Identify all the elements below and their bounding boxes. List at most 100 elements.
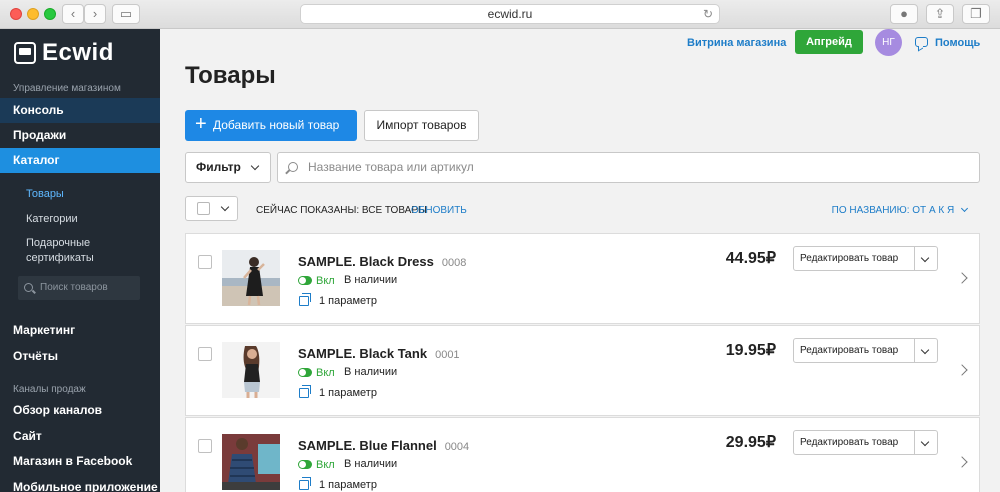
chat-icon: [915, 37, 928, 47]
zoom-window-button[interactable]: [44, 8, 56, 20]
sidebar-item-catalog[interactable]: Каталог: [0, 148, 160, 173]
options-icon: [299, 477, 311, 490]
chevron-down-icon[interactable]: [920, 345, 930, 355]
product-search-input[interactable]: Название товара или артикул: [277, 152, 980, 183]
options-icon: [299, 385, 311, 398]
chevron-right-icon: ›: [92, 6, 98, 21]
product-checkbox[interactable]: [198, 255, 212, 269]
edit-product-label: Редактировать товар: [800, 437, 899, 448]
edit-product-button[interactable]: Редактировать товар: [793, 430, 938, 455]
search-icon: [24, 283, 33, 292]
filter-label: Фильтр: [196, 160, 241, 174]
section-label-channels: Каналы продаж: [13, 384, 86, 395]
sidebar-icon: ▭: [119, 6, 133, 21]
options-count[interactable]: 1 параметр: [319, 387, 377, 399]
edit-product-button[interactable]: Редактировать товар: [793, 246, 938, 271]
product-row[interactable]: SAMPLE. Blue Flannel 0004 Вкл В наличии 1…: [185, 417, 980, 492]
product-image[interactable]: [222, 434, 280, 490]
enabled-label: Вкл: [316, 459, 335, 471]
close-window-button[interactable]: [10, 8, 22, 20]
sidebar-search-input[interactable]: Поиск товаров: [18, 276, 140, 300]
sidebar: Ecwid Управление магазином Консоль Прода…: [0, 29, 160, 492]
gift-cards-line2: сертификаты: [26, 252, 94, 264]
download-icon: ●: [900, 6, 908, 21]
address-bar[interactable]: ecwid.ru ↻: [300, 4, 720, 24]
product-sku: 0004: [444, 441, 470, 453]
product-name[interactable]: SAMPLE. Black Tank 0001: [298, 346, 460, 361]
upgrade-button[interactable]: Апгрейд: [795, 30, 863, 54]
sidebar-item-marketing[interactable]: Маркетинг: [0, 318, 160, 343]
enabled-toggle[interactable]: [298, 368, 312, 377]
edit-product-label: Редактировать товар: [800, 345, 899, 356]
sidebar-subitem-categories[interactable]: Категории: [26, 212, 78, 227]
cart-icon: [14, 42, 36, 64]
share-icon: ⇪: [934, 6, 946, 21]
sidebar-item-mobile-app[interactable]: Мобильное приложение: [0, 475, 160, 492]
bulk-select-dropdown[interactable]: [185, 196, 238, 221]
edit-product-button[interactable]: Редактировать товар: [793, 338, 938, 363]
product-checkbox[interactable]: [198, 347, 212, 361]
product-name[interactable]: SAMPLE. Blue Flannel 0004: [298, 438, 469, 453]
refresh-link[interactable]: ОБНОВИТЬ: [411, 205, 467, 216]
sidebar-subitem-products[interactable]: Товары: [26, 187, 64, 202]
options-icon: [299, 293, 311, 306]
logo-text: Ecwid: [42, 39, 114, 66]
sidebar-item-sales[interactable]: Продажи: [0, 123, 160, 148]
chevron-down-icon: [960, 204, 969, 213]
chevron-down-icon[interactable]: [920, 437, 930, 447]
sidebar-toggle-button[interactable]: ▭: [112, 4, 140, 24]
enabled-toggle[interactable]: [298, 276, 312, 285]
ecwid-logo[interactable]: Ecwid: [14, 39, 114, 67]
sidebar-item-reports[interactable]: Отчёты: [0, 344, 160, 369]
back-button[interactable]: ‹: [62, 4, 84, 24]
search-icon: [288, 162, 298, 172]
chevron-right-icon[interactable]: [956, 272, 968, 284]
enabled-label: Вкл: [316, 275, 335, 287]
sidebar-item-console[interactable]: Консоль: [0, 98, 160, 123]
page-title: Товары: [185, 62, 276, 89]
sort-dropdown[interactable]: ПО НАЗВАНИЮ: ОТ А К Я: [832, 204, 969, 216]
chevron-down-icon: [220, 202, 230, 212]
storefront-link[interactable]: Витрина магазина: [687, 37, 786, 49]
product-title: SAMPLE. Black Tank: [298, 346, 428, 361]
reload-icon[interactable]: ↻: [703, 5, 713, 23]
add-product-label: Добавить новый товар: [213, 118, 340, 132]
add-product-button[interactable]: + Добавить новый товар: [185, 110, 357, 141]
stock-status: В наличии: [344, 274, 398, 286]
product-image[interactable]: [222, 250, 280, 306]
product-title: SAMPLE. Blue Flannel: [298, 438, 437, 453]
product-checkbox[interactable]: [198, 439, 212, 453]
product-name[interactable]: SAMPLE. Black Dress 0008: [298, 254, 466, 269]
select-all-checkbox[interactable]: [197, 202, 210, 215]
help-link[interactable]: Помощь: [935, 37, 980, 49]
forward-button[interactable]: ›: [84, 4, 106, 24]
stock-status: В наличии: [344, 366, 398, 378]
sidebar-item-site[interactable]: Сайт: [0, 424, 160, 449]
enabled-label: Вкл: [316, 367, 335, 379]
sidebar-item-facebook[interactable]: Магазин в Facebook: [0, 449, 160, 474]
import-products-button[interactable]: Импорт товаров: [364, 110, 479, 141]
product-image[interactable]: [222, 342, 280, 398]
options-count[interactable]: 1 параметр: [319, 295, 377, 307]
sidebar-item-channels-overview[interactable]: Обзор каналов: [0, 398, 160, 423]
stock-status: В наличии: [344, 458, 398, 470]
chevron-down-icon[interactable]: [920, 253, 930, 263]
filter-dropdown[interactable]: Фильтр: [185, 152, 271, 183]
enabled-toggle[interactable]: [298, 460, 312, 469]
sidebar-subitem-gift-cards[interactable]: Подарочные сертификаты: [26, 236, 94, 266]
product-title: SAMPLE. Black Dress: [298, 254, 434, 269]
share-button[interactable]: ⇪: [926, 4, 954, 24]
tabs-button[interactable]: ❐: [962, 4, 990, 24]
tabs-icon: ❐: [970, 6, 982, 21]
avatar[interactable]: НГ: [875, 29, 902, 56]
product-price: 44.95₽: [725, 250, 776, 267]
product-row[interactable]: SAMPLE. Black Dress 0008 Вкл В наличии 1 …: [185, 233, 980, 324]
product-row[interactable]: SAMPLE. Black Tank 0001 Вкл В наличии 1 п…: [185, 325, 980, 416]
minimize-window-button[interactable]: [27, 8, 39, 20]
main-content: Витрина магазина Апгрейд НГ Помощь Товар…: [160, 29, 1000, 492]
options-count[interactable]: 1 параметр: [319, 479, 377, 491]
chevron-right-icon[interactable]: [956, 364, 968, 376]
sidebar-search-placeholder: Поиск товаров: [40, 282, 108, 293]
chevron-right-icon[interactable]: [956, 456, 968, 468]
downloads-button[interactable]: ●: [890, 4, 918, 24]
